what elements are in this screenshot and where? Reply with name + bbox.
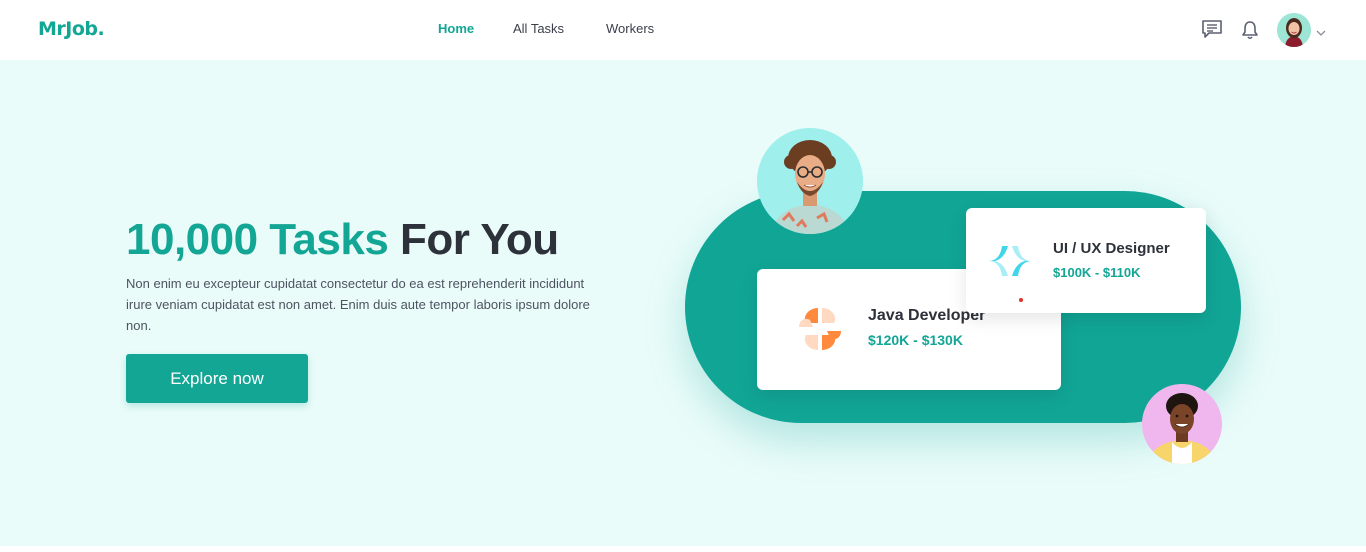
job-salary: $100K - $110K	[1053, 265, 1141, 280]
orange-flower-logo	[797, 306, 843, 357]
teal-star-logo	[986, 242, 1034, 285]
explore-now-button[interactable]: Explore now	[126, 354, 308, 403]
hero-title-accent: 10,000 Tasks	[126, 215, 389, 264]
user-avatar[interactable]	[1277, 13, 1311, 47]
message-icon[interactable]	[1201, 19, 1223, 44]
worker-avatar-woman	[1142, 384, 1222, 464]
worker-avatar-man	[757, 128, 863, 234]
job-salary: $120K - $130K	[868, 332, 963, 348]
hero-title-rest: For You	[400, 215, 559, 264]
chevron-down-icon[interactable]	[1316, 24, 1326, 42]
hero-section: 10,000 Tasks For You Non enim eu excepte…	[0, 60, 1366, 546]
status-dot	[1019, 298, 1023, 302]
job-card-ui-ux-designer[interactable]: UI / UX Designer $100K - $110K	[966, 208, 1206, 313]
bottom-strip	[0, 546, 1366, 552]
nav-link-workers[interactable]: Workers	[606, 21, 654, 36]
hero-title: 10,000 Tasks For You	[126, 215, 559, 265]
job-title: UI / UX Designer	[1053, 240, 1170, 257]
brand-logo[interactable]: MrJob.	[38, 18, 105, 40]
bell-icon[interactable]	[1241, 20, 1259, 45]
hero-description: Non enim eu excepteur cupidatat consecte…	[126, 276, 590, 333]
nav-link-home[interactable]: Home	[438, 21, 474, 36]
top-navbar: MrJob. Home All Tasks Workers	[0, 0, 1366, 60]
nav-link-all-tasks[interactable]: All Tasks	[513, 21, 564, 36]
